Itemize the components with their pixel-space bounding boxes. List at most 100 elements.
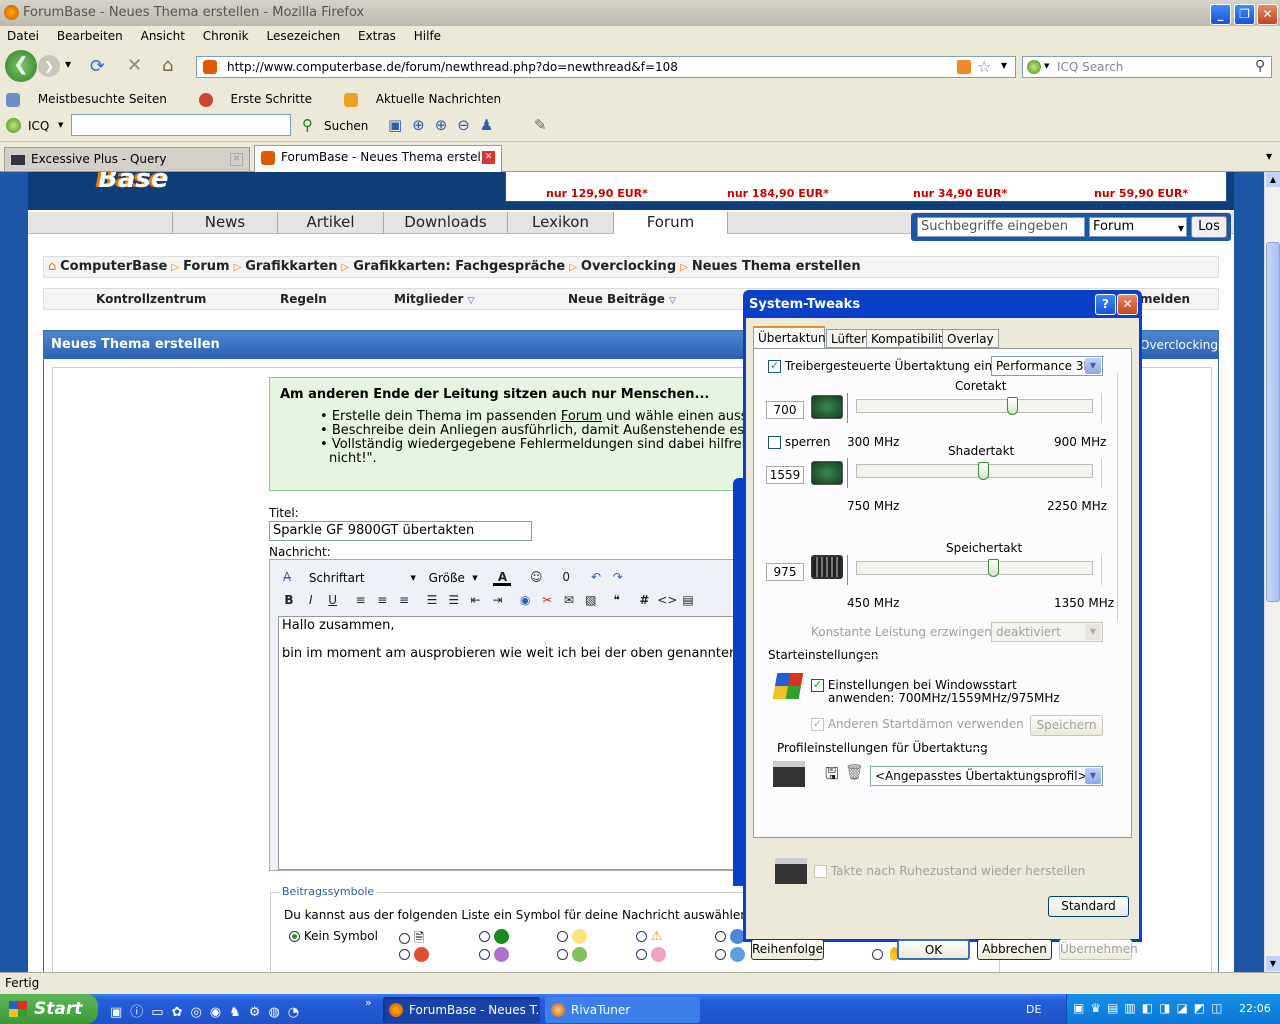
nav-forum[interactable]: Forum (614, 212, 728, 234)
history-dropdown-icon[interactable]: ▼ (65, 60, 71, 69)
task-rivatuner[interactable]: RivaTuner (545, 997, 700, 1023)
email-icon[interactable]: ✉ (560, 591, 578, 609)
rss-icon[interactable] (957, 60, 971, 74)
post-icon-option[interactable] (479, 929, 509, 944)
tab-overlay[interactable]: Overlay (942, 329, 999, 348)
indent-icon[interactable]: ⇥ (488, 591, 506, 609)
tab-close-icon[interactable]: ✕ (482, 151, 495, 164)
forward-button[interactable]: ❯ (38, 55, 60, 77)
shader-value[interactable]: 1559 (766, 466, 804, 484)
mem-slider-thumb[interactable] (988, 559, 999, 577)
tab-list-dropdown-icon[interactable]: ▼ (1266, 152, 1272, 161)
post-icon-option[interactable] (557, 947, 587, 962)
bold-button[interactable]: B (280, 591, 298, 609)
icq-menu-dropdown-icon[interactable]: ▼ (58, 121, 63, 129)
order-button[interactable]: Reihenfolge (751, 939, 824, 960)
message-textarea[interactable]: Hallo zusammen, bin im moment am ausprob… (278, 616, 750, 870)
php-icon[interactable]: ▤ (679, 591, 697, 609)
post-icon-option[interactable] (557, 929, 587, 944)
crumb-computerbase[interactable]: ComputerBase (60, 259, 167, 274)
outdent-icon[interactable]: ⇤ (467, 591, 485, 609)
unlink-icon[interactable]: ✂ (538, 591, 556, 609)
core-slider-thumb[interactable] (1007, 397, 1018, 415)
align-center-icon[interactable]: ≡ (373, 591, 391, 609)
shader-slider[interactable] (847, 458, 1102, 488)
ad-price-1[interactable]: nur 129,90 EUR* (546, 187, 648, 200)
ad-price-4[interactable]: nur 59,90 EUR* (1094, 187, 1188, 200)
core-slider[interactable] (847, 393, 1102, 423)
home-icon[interactable]: ⌂ (162, 55, 173, 76)
align-right-icon[interactable]: ≡ (395, 591, 413, 609)
image-icon[interactable]: ▧ (582, 591, 600, 609)
bookmark-meistbesuchte[interactable]: Meistbesuchte Seiten (6, 92, 181, 107)
text-color-icon[interactable]: A (493, 568, 512, 586)
bookmark-star-icon[interactable]: ☆ (977, 57, 991, 76)
radio-selected[interactable] (289, 931, 300, 942)
font-select[interactable]: Schriftart ▼ (306, 569, 418, 587)
ok-button[interactable]: OK (897, 939, 970, 960)
delete-profile-icon[interactable]: 🗑 (845, 763, 864, 781)
icq-search-button[interactable]: Suchen (324, 119, 368, 133)
post-icon-option[interactable] (715, 929, 745, 944)
menu-lesezeichen[interactable]: Lesezeichen (266, 29, 340, 43)
standard-button[interactable]: Standard (1048, 896, 1129, 917)
site-search-input[interactable]: Suchbegriffe eingeben (917, 217, 1085, 237)
size-select[interactable]: Größe ▼ (426, 569, 480, 587)
site-search-scope[interactable]: Forum ▼ (1089, 217, 1187, 237)
dialog-close-button[interactable]: ✕ (1117, 294, 1138, 315)
underline-button[interactable]: U (324, 591, 342, 609)
tray-icons[interactable]: ▣♛▤▥◧◨◪◩◫ (1073, 1001, 1228, 1015)
mem-value[interactable]: 975 (766, 563, 804, 581)
remove-format-icon[interactable]: A̶ (278, 568, 296, 586)
post-icon-none[interactable]: Kein Symbol (289, 929, 378, 943)
bookmark-aktuelle[interactable]: Aktuelle Nachrichten (343, 92, 515, 107)
quicklaunch-overflow-icon[interactable]: » (365, 996, 372, 1009)
unordered-list-icon[interactable]: ☰ (445, 591, 463, 609)
save-profile-icon[interactable]: 🖫 (825, 763, 839, 790)
title-input[interactable]: Sparkle GF 9800GT übertakten (269, 521, 532, 541)
menu-hilfe[interactable]: Hilfe (414, 29, 441, 43)
panel-forum-link[interactable]: Overclocking (1140, 338, 1218, 352)
notice-forum-link[interactable]: Forum (561, 409, 602, 424)
start-button[interactable]: Start (0, 994, 98, 1024)
nav-lexikon[interactable]: Lexikon (508, 212, 614, 234)
tab-luefter[interactable]: Lüfter (826, 329, 872, 348)
maximize-button[interactable]: ❐ (1234, 4, 1255, 25)
redo-icon[interactable]: ↷ (609, 568, 627, 586)
subnav-neue-beitraege[interactable]: Neue Beiträge ▽ (568, 292, 676, 306)
subnav-mitglieder[interactable]: Mitglieder ▽ (394, 292, 475, 306)
search-bar[interactable]: ▼ ICQ Search ⚲ (1022, 56, 1272, 78)
crumb-grafikkarten[interactable]: Grafikkarten (245, 259, 337, 274)
reload-icon[interactable]: ⟳ (90, 56, 105, 77)
icq-search-field[interactable] (71, 114, 291, 136)
hash-icon[interactable]: # (635, 591, 653, 609)
ad-price-3[interactable]: nur 34,90 EUR* (913, 187, 1007, 200)
page-scrollbar[interactable]: ▲ ▼ (1264, 172, 1280, 972)
scroll-down-icon[interactable]: ▼ (1266, 956, 1280, 971)
menu-datei[interactable]: Datei (7, 29, 39, 43)
crumb-forum[interactable]: Forum (183, 259, 230, 274)
tab-excessive[interactable]: Excessive Plus - Query ✕ (4, 147, 250, 171)
minimize-button[interactable]: _ (1210, 4, 1231, 25)
cancel-button[interactable]: Abbrechen (977, 939, 1052, 960)
post-icon-option[interactable]: ⚠ (636, 929, 662, 944)
tab-close-icon[interactable]: ✕ (230, 153, 243, 166)
site-search-go-button[interactable]: Los (1191, 216, 1227, 238)
nav-news[interactable]: News (172, 212, 278, 234)
driver-oc-checkbox[interactable]: ✓ Treibergesteuerte Übertaktung ein (768, 359, 992, 373)
subnav-regeln[interactable]: Regeln (280, 292, 327, 306)
search-engine-dropdown-icon[interactable]: ▼ (1044, 62, 1049, 70)
nav-downloads[interactable]: Downloads (384, 212, 508, 234)
quote-icon[interactable]: ❝ (608, 591, 626, 609)
crumb-overclocking[interactable]: Overclocking (581, 259, 676, 274)
post-icon-option[interactable] (636, 947, 666, 962)
help-button[interactable]: ? (1095, 294, 1116, 315)
ad-price-2[interactable]: nur 184,90 EUR* (727, 187, 829, 200)
subnav-abmelden[interactable]: melden (1140, 292, 1190, 306)
mem-slider[interactable] (847, 555, 1102, 585)
code-icon[interactable]: <> (657, 591, 677, 609)
tab-forumbase[interactable]: ForumBase - Neues Thema erstel... ✕ (254, 145, 502, 172)
scroll-up-icon[interactable]: ▲ (1266, 172, 1280, 187)
post-icon-option[interactable] (715, 947, 745, 962)
lock-checkbox[interactable]: sperren (768, 435, 830, 449)
